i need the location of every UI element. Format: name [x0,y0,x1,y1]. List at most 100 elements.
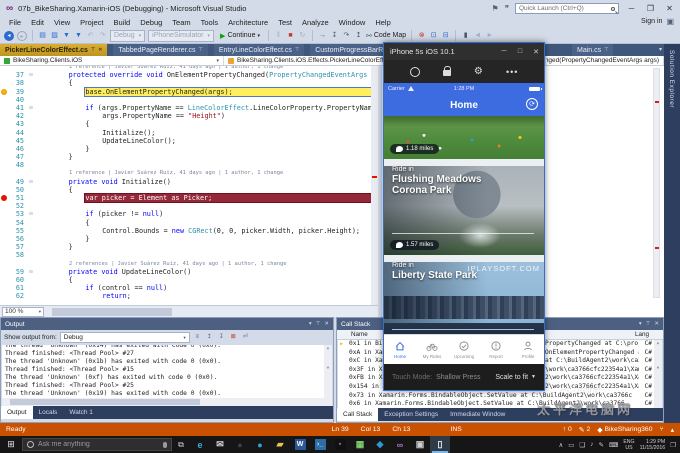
panel-tab-watch-1[interactable]: Watch 1 [63,406,99,419]
redo-icon[interactable]: ↷ [98,31,107,40]
breakpoint-gutter[interactable] [0,104,9,112]
breakpoint-gutter[interactable] [0,112,9,120]
home-button-icon[interactable] [410,67,420,77]
microphone-icon[interactable] [163,442,167,448]
speaker-icon[interactable]: ♪ [590,441,593,448]
sim-tab-my-rides[interactable]: My Rides [416,335,448,364]
output-horizontal-scrollbar[interactable] [2,398,332,406]
breakpoint-gutter[interactable]: ▸ [0,88,9,96]
fold-toggle-icon[interactable]: ⊟ [27,178,35,186]
sign-in-link[interactable]: Sign in [641,18,662,25]
tab-pin-icon[interactable]: ⊤ [91,47,95,53]
menu-analyze[interactable]: Analyze [297,18,334,27]
tab-tabbedpagerenderer.cs[interactable]: TabbedPageRenderer.cs⊤ [113,44,207,56]
sim-minimize-button[interactable]: ─ [496,48,512,56]
navigate-forward-button[interactable]: ▸ [17,31,27,41]
panel-tab-immediate-window[interactable]: Immediate Window [444,408,511,421]
repo-button[interactable]: ◆ BikeSharing360 [597,426,652,434]
chevron-up-icon[interactable]: ∧ [559,441,564,449]
breakpoint-gutter[interactable] [0,137,9,145]
codelens-info[interactable]: 2 references | Javier Suárez Ruiz, 41 da… [0,260,378,268]
project-dropdown[interactable]: BikeSharing.Clients.iOS▾ [0,56,224,65]
breakpoint-gutter[interactable] [0,129,9,137]
navigate-back-button[interactable]: ◂ [4,31,14,41]
breakpoint-gutter[interactable] [0,161,9,169]
prev-message-icon[interactable]: ↥ [205,333,214,342]
watch-icon[interactable]: ⊡ [429,31,438,40]
panel-tab-call-stack[interactable]: Call Stack [337,408,378,421]
pending-edits-button[interactable]: ✎ 2 [579,426,590,434]
menu-debug[interactable]: Debug [135,18,167,27]
keyboard-icon[interactable]: ⌨ [609,441,618,449]
window-position-icon[interactable]: ▾ [309,321,312,327]
output-source-combo[interactable]: Debug▾ [60,332,190,343]
breakpoint-gutter[interactable] [0,186,9,194]
touch-mode-value[interactable]: Shallow Press [436,374,480,381]
zoom-level-combo[interactable]: 100 %▾ [2,307,44,317]
fold-toggle-icon[interactable]: ⊟ [27,104,35,112]
branch-icon[interactable]: ⑂ [660,426,664,433]
bookmark-next-icon[interactable]: ► [485,31,494,40]
notifications-flag-icon[interactable]: ⚑ [492,4,499,13]
lock-icon[interactable] [443,70,451,76]
editor-horizontal-scrollbar[interactable] [52,308,172,316]
more-options-icon[interactable]: ••• [506,67,518,77]
chat-icon[interactable]: ❑ [579,441,585,449]
feedback-icon[interactable]: ❞ [505,4,509,13]
breakpoint-gutter[interactable] [0,268,9,276]
taskbar-app-console[interactable]: ▪ [330,436,350,453]
output-vertical-scrollbar[interactable]: ▲▼ [324,345,332,398]
taskbar-app-visual-studio[interactable]: ∞ [390,436,410,453]
breakpoint-gutter[interactable] [0,235,9,243]
breakpoint-gutter[interactable] [0,284,9,292]
cortana-search-input[interactable]: Ask me anything [22,438,172,451]
ride-card[interactable]: Ride inFlushing MeadowsCorona Park1.57 m… [384,166,544,255]
pin-icon[interactable]: ⊤ [646,321,651,327]
statusbar-expand-icon[interactable]: ▴ [671,426,674,434]
breakpoint-gutter[interactable] [0,210,9,218]
task-view-button[interactable]: ⧉ [172,440,190,450]
close-button[interactable]: ✕ [663,4,676,13]
window-position-icon[interactable]: ▾ [639,321,642,327]
breakpoint-gutter[interactable] [0,96,9,104]
breakpoint-gutter[interactable] [0,194,9,202]
sync-icon[interactable]: ⟳ [526,98,538,110]
member-dropdown[interactable]: OnElementPropertyChanged(PropertyChanged… [546,56,664,65]
ride-card[interactable]: 1.18 miles [384,116,544,159]
fold-toggle-icon[interactable]: ⊟ [27,210,35,218]
taskbar-app-tweetdeck[interactable]: ● [230,436,250,453]
action-center-icon[interactable]: ❐ [670,441,676,449]
fold-toggle-icon[interactable]: ⊟ [27,71,35,79]
ride-card-list[interactable]: 1.18 miles Ride inFlushing MeadowsCorona … [384,116,544,334]
solution-config-combo[interactable]: Debug▾ [110,30,145,42]
breakpoint-gutter[interactable] [0,243,9,251]
start-button[interactable]: ⊞ [0,439,22,450]
pin-icon[interactable]: ⊤ [316,321,321,327]
user-avatar-icon[interactable]: ▣ [666,17,674,26]
breakpoint-gutter[interactable] [0,178,9,186]
callstack-vertical-scrollbar[interactable]: ▲▼ [654,340,662,408]
taskbar-app-simulator-phone[interactable]: ▯ [430,436,450,453]
restore-button[interactable]: ❐ [644,4,657,13]
breakpoint-gutter[interactable] [0,153,9,161]
bookmark-icon[interactable]: ▮ [461,31,470,40]
taskbar-app-edge[interactable]: e [190,436,210,453]
menu-team[interactable]: Team [167,18,195,27]
panel-tab-exception-settings[interactable]: Exception Settings [378,408,444,421]
menu-tools[interactable]: Tools [196,18,224,27]
breakpoint-gutter[interactable] [0,219,9,227]
breakpoint-gutter[interactable] [0,145,9,153]
taskbar-app-telegram[interactable]: ● [250,436,270,453]
right-pane-scrollbar[interactable] [653,68,660,298]
minimize-button[interactable]: ─ [625,4,638,13]
step-into-icon[interactable]: ↧ [330,31,339,40]
save-icon[interactable]: ▼ [62,31,71,40]
next-message-icon[interactable]: ↧ [217,333,226,342]
break-all-icon[interactable]: ‖ [274,31,283,40]
tab-close-icon[interactable]: ✕ [98,47,102,53]
close-panel-icon[interactable]: ✕ [324,321,329,327]
fold-toggle-icon[interactable]: ⊟ [27,268,35,276]
menu-help[interactable]: Help [370,18,395,27]
restart-icon[interactable]: ↻ [298,31,307,40]
breakpoint-gutter[interactable] [0,120,9,128]
